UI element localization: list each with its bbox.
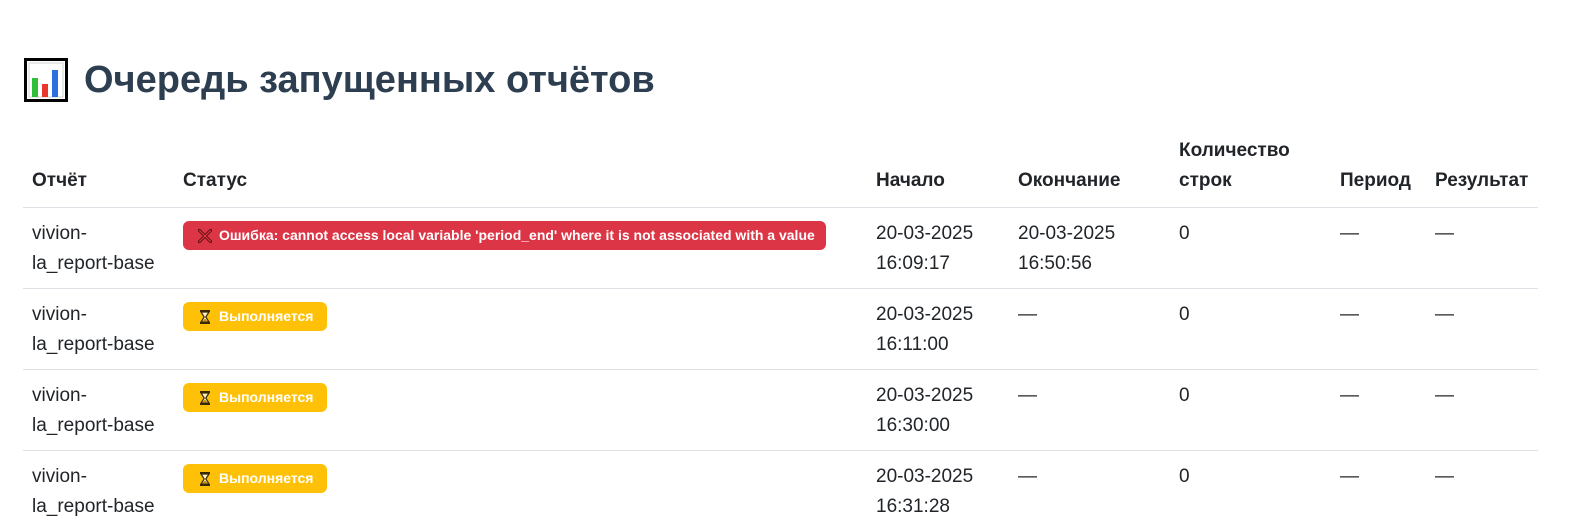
- result-cell: —: [1426, 207, 1538, 289]
- report-name-cell: vivion-la_report-base: [23, 369, 174, 451]
- end-cell: —: [1009, 369, 1170, 451]
- period-cell: —: [1331, 207, 1426, 289]
- status-text: Выполняется: [219, 389, 314, 405]
- end-cell: —: [1009, 450, 1170, 528]
- start-time: 16:31:28: [876, 496, 950, 517]
- start-date: 20-03-2025: [876, 223, 974, 244]
- report-queue-page: Очередь запущенных отчётов Отчёт Статус …: [0, 0, 1584, 528]
- status-cell: Ошибка: cannot access local variable 'pe…: [174, 207, 867, 289]
- table-row: vivion-la_report-base Ошибка: cannot acc…: [23, 207, 1538, 289]
- status-badge: Ошибка: cannot access local variable 'pe…: [183, 221, 826, 250]
- table-header: Отчёт Статус Начало Окончание Количество…: [23, 126, 1538, 208]
- hourglass-icon: [199, 471, 211, 486]
- status-cell: Выполняется: [174, 450, 867, 528]
- column-header-status: Статус: [174, 126, 867, 208]
- page-title: Очередь запущенных отчётов: [24, 54, 655, 106]
- status-text: Выполняется: [219, 470, 314, 486]
- start-date: 20-03-2025: [876, 304, 974, 325]
- start-date: 20-03-2025: [876, 466, 974, 487]
- status-badge: Выполняется: [183, 302, 328, 331]
- end-time: 16:50:56: [1018, 253, 1092, 274]
- period-cell: —: [1331, 288, 1426, 370]
- start-cell: 20-03-2025 16:11:00: [867, 288, 1009, 370]
- table-row: vivion-la_report-base Выполняется 20-03-…: [23, 369, 1538, 451]
- end-date: —: [1018, 385, 1037, 406]
- result-cell: —: [1426, 450, 1538, 528]
- start-date: 20-03-2025: [876, 385, 974, 406]
- report-queue-table: Отчёт Статус Начало Окончание Количество…: [23, 126, 1538, 528]
- column-header-report: Отчёт: [23, 126, 174, 208]
- rows-count-cell: 0: [1170, 369, 1331, 451]
- period-cell: —: [1331, 450, 1426, 528]
- result-cell: —: [1426, 288, 1538, 370]
- hourglass-icon: [199, 309, 211, 324]
- end-date: 20-03-2025: [1018, 223, 1116, 244]
- rows-count-cell: 0: [1170, 450, 1331, 528]
- header-row: Отчёт Статус Начало Окончание Количество…: [23, 126, 1538, 208]
- column-header-rows-count: Количество строк: [1170, 126, 1331, 208]
- report-name-cell: vivion-la_report-base: [23, 207, 174, 289]
- status-cell: Выполняется: [174, 288, 867, 370]
- column-header-period: Период: [1331, 126, 1426, 208]
- table-body: vivion-la_report-base Ошибка: cannot acc…: [23, 207, 1538, 528]
- end-date: —: [1018, 466, 1037, 487]
- start-time: 16:11:00: [876, 334, 949, 355]
- column-header-result: Результат: [1426, 126, 1538, 208]
- cross-icon: [198, 228, 212, 243]
- end-date: —: [1018, 304, 1037, 325]
- status-text: Выполняется: [219, 308, 314, 324]
- column-header-start: Начало: [867, 126, 1009, 208]
- report-name-cell: vivion-la_report-base: [23, 288, 174, 370]
- hourglass-icon: [199, 390, 211, 405]
- table-row: vivion-la_report-base Выполняется 20-03-…: [23, 450, 1538, 528]
- start-time: 16:30:00: [876, 415, 950, 436]
- start-time: 16:09:17: [876, 253, 950, 274]
- rows-count-cell: 0: [1170, 288, 1331, 370]
- status-badge: Выполняется: [183, 383, 328, 412]
- end-cell: —: [1009, 288, 1170, 370]
- status-cell: Выполняется: [174, 369, 867, 451]
- rows-count-cell: 0: [1170, 207, 1331, 289]
- report-name-cell: vivion-la_report-base: [23, 450, 174, 528]
- bar-chart-icon: [24, 58, 68, 102]
- start-cell: 20-03-2025 16:30:00: [867, 369, 1009, 451]
- table-row: vivion-la_report-base Выполняется 20-03-…: [23, 288, 1538, 370]
- result-cell: —: [1426, 369, 1538, 451]
- status-badge: Выполняется: [183, 464, 328, 493]
- end-cell: 20-03-2025 16:50:56: [1009, 207, 1170, 289]
- status-text: Ошибка: cannot access local variable 'pe…: [219, 227, 815, 243]
- period-cell: —: [1331, 369, 1426, 451]
- start-cell: 20-03-2025 16:09:17: [867, 207, 1009, 289]
- column-header-end: Окончание: [1009, 126, 1170, 208]
- start-cell: 20-03-2025 16:31:28: [867, 450, 1009, 528]
- page-title-text: Очередь запущенных отчётов: [84, 59, 655, 101]
